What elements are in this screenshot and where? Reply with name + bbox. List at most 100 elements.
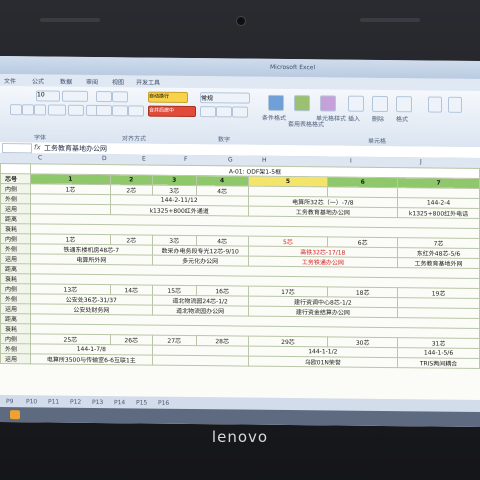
ribbon: 10 自动换行 合并后居中 常规 条件格式 套用表格格式 单元格样式 插入 删除… — [0, 86, 480, 149]
percent-button[interactable] — [200, 106, 216, 118]
row-label: 内侧 — [0, 333, 31, 344]
row-label: 外侧 — [0, 193, 31, 204]
decimal-button[interactable] — [232, 106, 248, 118]
sheet-tab[interactable]: P14 — [114, 399, 125, 406]
row-label: 内侧 — [0, 283, 31, 294]
webcam-bar — [0, 10, 480, 34]
webcam-icon — [236, 16, 246, 26]
outer-cell[interactable]: 数采办电务段专光12芯-9/10 — [152, 245, 249, 257]
insert-cells-icon[interactable] — [348, 95, 364, 112]
cell-style-label: 单元格样式 — [316, 115, 347, 123]
align-left-button[interactable] — [96, 105, 112, 117]
table-format-icon[interactable] — [294, 95, 310, 112]
formula-content[interactable]: 工务教育基地办公网 — [44, 143, 107, 154]
wrap-text-button[interactable]: 自动换行 — [148, 91, 188, 103]
menu-review[interactable]: 审阅 — [86, 77, 98, 86]
sheet-tab[interactable]: P13 — [92, 399, 103, 406]
group-align-label: 对齐方式 — [122, 135, 147, 143]
inner-cell[interactable]: 27芯 — [152, 335, 197, 346]
format-label: 格式 — [396, 116, 409, 124]
inner-cell[interactable]: 4芯 — [196, 185, 249, 197]
format-cells-icon[interactable] — [396, 96, 412, 113]
number-format-select[interactable]: 常规 — [200, 92, 250, 104]
taskbar-app-icon[interactable] — [10, 410, 20, 420]
sheet-tab[interactable]: P10 — [26, 398, 37, 405]
align-middle-button[interactable] — [112, 91, 128, 103]
use-cell[interactable]: 电算所3500与传输室6-6互联1主 — [30, 353, 153, 366]
menu-developer[interactable]: 开发工具 — [136, 77, 160, 86]
delete-cells-icon[interactable] — [372, 95, 388, 113]
comma-button[interactable] — [216, 106, 232, 118]
fx-icon[interactable]: fx — [34, 143, 41, 151]
col-j[interactable]: J — [420, 158, 422, 165]
group-cells-label: 单元格 — [368, 137, 387, 146]
col-c[interactable]: C — [38, 154, 42, 161]
col-g[interactable]: G — [228, 156, 233, 163]
insert-label: 插入 — [348, 115, 361, 123]
use-cell[interactable]: TRIS两间耦合 — [397, 357, 480, 369]
col-h[interactable]: H — [262, 157, 267, 164]
inner-cell[interactable]: 2芯 — [110, 184, 153, 196]
font-size-box[interactable]: 10 — [36, 90, 60, 102]
fill-color-button[interactable] — [68, 104, 84, 116]
sort-filter-icon[interactable] — [448, 96, 462, 113]
font-size-value: 10 — [37, 91, 45, 99]
menu-formula[interactable]: 公式 — [32, 76, 44, 85]
col-e[interactable]: E — [142, 155, 146, 162]
inner-cell[interactable]: 16芯 — [196, 285, 249, 297]
underline-button[interactable] — [34, 104, 46, 116]
sheet-tab[interactable]: P12 — [70, 399, 81, 406]
sheet-tab[interactable]: P11 — [48, 399, 59, 406]
header-num[interactable]: 4 — [196, 175, 249, 187]
align-top-button[interactable] — [96, 91, 112, 103]
merge-center-button[interactable]: 合并后居中 — [148, 105, 196, 118]
col-f[interactable]: F — [184, 156, 187, 163]
inner-cell[interactable]: 3芯 — [152, 235, 197, 246]
row-label: 距离 — [0, 313, 31, 324]
header-label[interactable]: 芯号 — [0, 173, 31, 184]
use-cell[interactable]: 乌欧01N荣誉 — [248, 356, 398, 368]
font-grow-button[interactable] — [62, 90, 88, 102]
title-cell-empty[interactable] — [0, 163, 31, 174]
lenovo-logo: lenovo — [211, 428, 269, 446]
italic-button[interactable] — [22, 104, 34, 116]
inner-cell[interactable]: 15芯 — [152, 285, 197, 296]
align-right-button[interactable] — [128, 105, 144, 117]
name-box[interactable] — [2, 143, 32, 154]
border-button[interactable] — [48, 104, 66, 116]
sheet-tab[interactable]: P15 — [136, 399, 147, 406]
bezel-slot-left — [40, 18, 100, 22]
inner-cell[interactable]: 28芯 — [196, 335, 249, 347]
group-font-label: 字体 — [34, 134, 47, 142]
conditional-format-icon[interactable] — [268, 94, 284, 111]
header-num[interactable]: 3 — [152, 175, 197, 186]
inner-cell[interactable]: 26芯 — [110, 334, 153, 346]
window-title: Microsoft Excel — [270, 63, 316, 72]
menu-file[interactable]: 文件 — [4, 76, 16, 85]
cell-style-icon[interactable] — [320, 95, 336, 112]
row-label: 内侧 — [0, 183, 31, 194]
row-label: 外侧 — [0, 343, 31, 354]
row-label: 内侧 — [0, 233, 31, 244]
sum-icon[interactable] — [428, 96, 442, 113]
sheet-tab[interactable]: P9 — [6, 398, 13, 405]
col-i[interactable]: I — [350, 158, 352, 165]
use-cell[interactable] — [152, 355, 249, 367]
col-d[interactable]: D — [102, 155, 107, 162]
inner-cell[interactable]: 4芯 — [196, 235, 249, 247]
use-cell[interactable]: k1325+800红外电话 — [397, 207, 480, 219]
sheet-tab[interactable]: P16 — [158, 400, 169, 407]
menu-view[interactable]: 视图 — [112, 77, 124, 86]
inner-cell[interactable]: 3芯 — [152, 185, 197, 196]
row-label: 运用 — [0, 303, 31, 314]
row-label: 外侧 — [0, 243, 31, 254]
inner-cell[interactable]: 14芯 — [110, 284, 153, 296]
header-num[interactable]: 2 — [110, 174, 153, 186]
align-center-button[interactable] — [112, 105, 128, 117]
row-label: 衰耗 — [0, 223, 31, 234]
row-label: 距离 — [0, 213, 31, 224]
bold-button[interactable] — [10, 104, 22, 116]
inner-cell[interactable]: 2芯 — [110, 234, 153, 246]
menu-data[interactable]: 数据 — [60, 77, 72, 86]
group-number-label: 数字 — [218, 136, 231, 144]
